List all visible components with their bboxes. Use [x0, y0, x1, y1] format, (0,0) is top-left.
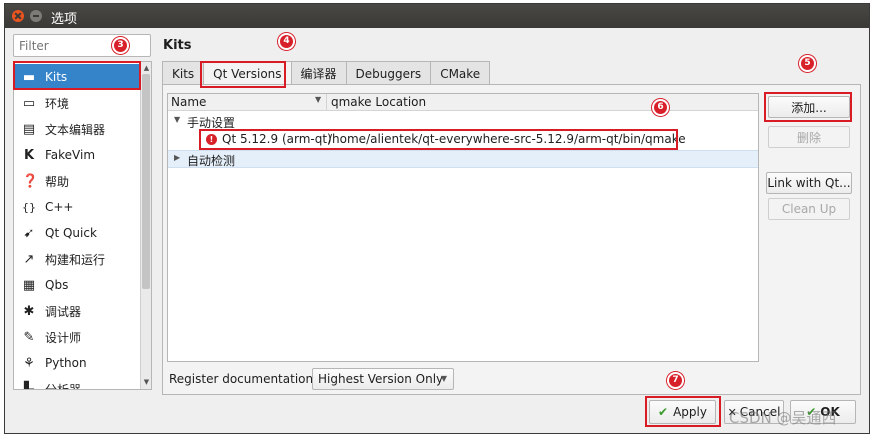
sort-indicator-icon: ▼ — [315, 95, 322, 104]
sidebar-item-fakevim[interactable]: K FakeVim — [14, 142, 140, 168]
qt-quick-icon: ➹ — [23, 225, 35, 241]
sidebar-item-label: 文本编辑器 — [45, 122, 106, 137]
help-icon: ❓ — [22, 173, 39, 189]
sidebar-item-python[interactable]: ⚘ Python — [14, 350, 140, 376]
monitor-icon: ▭ — [22, 95, 36, 111]
qbs-icon: ▦ — [22, 277, 36, 293]
sidebar-item-cpp[interactable]: {} C++ — [14, 194, 140, 220]
register-documentation-select[interactable]: Highest Version Only ▼ — [312, 368, 454, 390]
scrollbar-thumb[interactable] — [142, 74, 150, 289]
sidebar-scrollbar[interactable]: ▲ ▼ — [140, 62, 151, 389]
annotation-badge-3: 3 — [112, 37, 129, 54]
highlight-qt-entry — [199, 129, 678, 150]
sidebar-item-designer[interactable]: ✎ 设计师 — [14, 324, 140, 350]
sidebar-item-label: 分析器 — [45, 382, 82, 390]
tab-kits[interactable]: Kits — [162, 61, 205, 85]
sidebar-item-label: 调试器 — [45, 304, 82, 319]
highlight-kits — [13, 61, 141, 90]
expand-arrow-icon[interactable]: ▼ — [174, 115, 180, 124]
analyzer-icon: ▙ — [24, 381, 34, 390]
minimize-icon[interactable] — [30, 10, 42, 22]
clean-up-button[interactable]: Clean Up — [768, 198, 850, 220]
sidebar-item-analyzer[interactable]: ▙ 分析器 — [14, 376, 140, 390]
sidebar-item-label: 构建和运行 — [45, 252, 106, 267]
sidebar-item-label: Qbs — [45, 278, 69, 292]
remove-button[interactable]: 删除 — [768, 126, 850, 148]
page-title: Kits — [163, 38, 192, 53]
tree-group-auto[interactable]: ▶ 自动检测 — [168, 150, 758, 168]
braces-icon: {} — [22, 200, 36, 214]
scroll-up-icon[interactable]: ▲ — [142, 64, 151, 73]
sidebar-item-label: Qt Quick — [45, 226, 97, 240]
collapse-arrow-icon[interactable]: ▶ — [174, 153, 180, 162]
designer-icon: ✎ — [23, 329, 35, 345]
watermark: CSDN @吴通西 — [729, 409, 837, 427]
register-documentation-value: Highest Version Only — [318, 372, 444, 386]
link-with-qt-button[interactable]: Link with Qt... — [766, 172, 852, 194]
sidebar-item-text-editor[interactable]: ▤ 文本编辑器 — [14, 116, 140, 142]
annotation-badge-5: 5 — [799, 55, 816, 72]
tree-header: Name ▼ qmake Location — [168, 94, 758, 111]
column-header-qmake-location[interactable]: qmake Location — [331, 95, 426, 109]
highlight-qt-versions-tab — [200, 61, 286, 88]
close-icon[interactable] — [12, 10, 24, 22]
filter-input[interactable] — [13, 34, 151, 57]
window-title: 选项 — [51, 12, 78, 27]
text-editor-icon: ▤ — [22, 121, 36, 137]
sidebar-item-environment[interactable]: ▭ 环境 — [14, 90, 140, 116]
sidebar-item-label: 设计师 — [45, 330, 82, 345]
sidebar-item-label: Python — [45, 356, 87, 370]
highlight-apply-button — [645, 396, 721, 427]
fakevim-icon: K — [23, 147, 35, 163]
chevron-down-icon: ▼ — [440, 374, 447, 383]
title-bar: 选项 — [5, 4, 869, 28]
python-icon: ⚘ — [23, 355, 35, 371]
sidebar-item-debugger[interactable]: ✱ 调试器 — [14, 298, 140, 324]
annotation-badge-4: 4 — [278, 33, 295, 50]
column-header-name[interactable]: Name — [171, 95, 206, 109]
annotation-badge-7: 7 — [667, 372, 684, 389]
sidebar-item-label: 环境 — [45, 96, 70, 111]
sidebar-item-build-run[interactable]: ↗ 构建和运行 — [14, 246, 140, 272]
tab-debuggers[interactable]: Debuggers — [345, 61, 432, 85]
scroll-down-icon[interactable]: ▼ — [142, 378, 151, 387]
group-label: 自动检测 — [187, 154, 236, 168]
sidebar-item-label: FakeVim — [45, 148, 96, 162]
register-documentation-label: Register documentation: — [169, 372, 318, 386]
highlight-add-button — [764, 92, 852, 122]
sidebar-item-qt-quick[interactable]: ➹ Qt Quick — [14, 220, 140, 246]
tab-compilers[interactable]: 编译器 — [290, 61, 347, 85]
options-sidebar: ▬ Kits ▭ 环境 ▤ 文本编辑器 K FakeVim ❓ 帮助 {} C+… — [13, 61, 152, 390]
debugger-icon: ✱ — [23, 303, 35, 319]
sidebar-item-label: C++ — [45, 200, 74, 214]
sidebar-item-qbs[interactable]: ▦ Qbs — [14, 272, 140, 298]
sidebar-item-help[interactable]: ❓ 帮助 — [14, 168, 140, 194]
annotation-badge-6: 6 — [652, 99, 669, 116]
build-run-icon: ↗ — [23, 251, 35, 267]
tab-cmake[interactable]: CMake — [430, 61, 491, 85]
column-divider — [326, 94, 327, 111]
sidebar-item-label: 帮助 — [45, 174, 70, 189]
